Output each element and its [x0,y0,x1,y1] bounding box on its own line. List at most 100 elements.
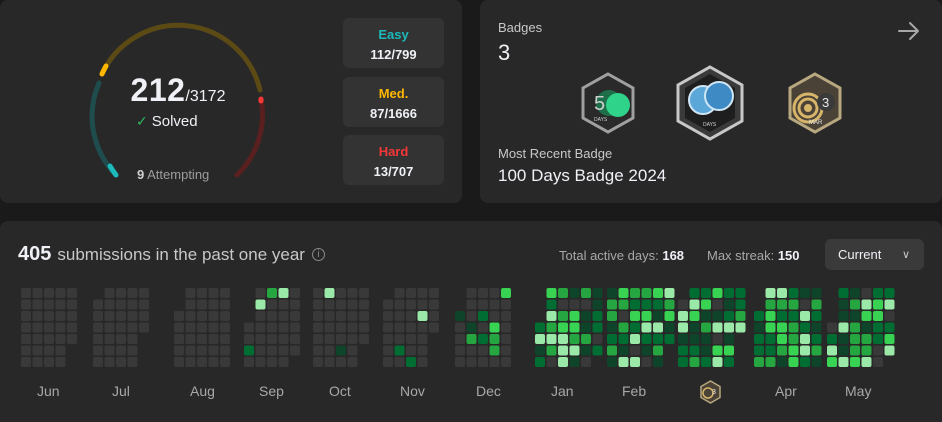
heatmap-cell[interactable] [618,334,629,344]
heatmap-cell[interactable] [347,322,358,333]
heatmap-cell[interactable] [455,334,465,344]
heatmap-cell[interactable] [44,311,54,321]
heatmap-cell[interactable] [501,288,511,298]
heatmap-cell[interactable] [489,322,500,333]
heatmap-cell[interactable] [811,322,822,333]
heatmap-cell[interactable] [873,322,883,333]
heatmap-cell[interactable] [838,288,849,298]
heatmap-cell[interactable] [712,288,723,298]
heatmap-cell[interactable] [55,299,66,310]
heatmap-cell[interactable] [653,288,663,298]
heatmap-cell[interactable] [618,299,629,310]
heatmap-cell[interactable] [255,334,266,344]
heatmap-cell[interactable] [777,311,787,321]
heatmap-cell[interactable] [278,299,289,310]
heatmap-cell[interactable] [255,357,266,367]
heatmap-cell[interactable] [359,299,369,310]
heatmap-cell[interactable] [861,311,872,321]
heatmap-cell[interactable] [104,311,115,321]
heatmap-cell[interactable] [197,299,207,310]
heatmap-cell[interactable] [489,299,500,310]
heatmap-cell[interactable] [581,322,591,333]
heatmap-cell[interactable] [850,322,860,333]
heatmap-cell[interactable] [44,334,54,344]
heatmap-cell[interactable] [535,322,545,333]
heatmap-cell[interactable] [607,322,617,333]
heatmap-cell[interactable] [641,345,652,356]
heatmap-cell[interactable] [417,288,428,298]
heatmap-cell[interactable] [765,357,776,367]
heatmap-cell[interactable] [336,311,346,321]
heatmap-cell[interactable] [569,299,580,310]
heatmap-cell[interactable] [754,311,764,321]
heatmap-cell[interactable] [324,334,335,344]
heatmap-cell[interactable] [104,334,115,344]
heatmap-cell[interactable] [394,345,405,356]
heatmap-cell[interactable] [220,288,230,298]
heatmap-cell[interactable] [653,334,663,344]
heatmap-cell[interactable] [347,311,358,321]
heatmap-cell[interactable] [861,299,872,310]
heatmap-cell[interactable] [777,322,787,333]
heatmap-cell[interactable] [765,288,776,298]
heatmap-cell[interactable] [127,299,138,310]
heatmap-cell[interactable] [417,334,428,344]
heatmap-cell[interactable] [197,334,207,344]
heatmap-cell[interactable] [383,334,393,344]
heatmap-cell[interactable] [873,345,883,356]
heatmap-cell[interactable] [290,334,300,344]
heatmap-cell[interactable] [724,345,734,356]
heatmap-cell[interactable] [127,357,138,367]
heatmap-cell[interactable] [535,345,545,356]
heatmap-cell[interactable] [44,345,54,356]
heatmap-cell[interactable] [44,288,54,298]
heatmap-cell[interactable] [185,357,196,367]
heatmap-cell[interactable] [592,322,603,333]
heatmap-cell[interactable] [290,311,300,321]
heatmap-cell[interactable] [827,322,837,333]
heatmap-cell[interactable] [174,334,184,344]
heatmap-cell[interactable] [689,311,700,321]
heatmap-cell[interactable] [394,357,405,367]
heatmap-cell[interactable] [861,288,872,298]
heatmap-cell[interactable] [383,322,393,333]
heatmap-cell[interactable] [406,357,416,367]
heatmap-cell[interactable] [838,299,849,310]
heatmap-cell[interactable] [347,288,358,298]
heatmap-cell[interactable] [267,357,277,367]
heatmap-cell[interactable] [754,334,764,344]
heatmap-cell[interactable] [32,322,43,333]
heatmap-cell[interactable] [267,322,277,333]
heatmap-cell[interactable] [21,357,31,367]
heatmap-cell[interactable] [417,322,428,333]
heatmap-cell[interactable] [244,345,254,356]
heatmap-cell[interactable] [618,311,629,321]
heatmap-cell[interactable] [581,357,591,367]
heatmap-cell[interactable] [641,322,652,333]
heatmap-cell[interactable] [546,311,557,321]
heatmap-cell[interactable] [558,322,568,333]
heatmap-cell[interactable] [607,299,617,310]
heatmap-cell[interactable] [754,345,764,356]
heatmap-cell[interactable] [278,345,289,356]
heatmap-cell[interactable] [313,357,323,367]
heatmap-cell[interactable] [546,288,557,298]
heatmap-cell[interactable] [116,311,126,321]
heatmap-cell[interactable] [701,345,711,356]
heatmap-cell[interactable] [255,322,266,333]
heatmap-cell[interactable] [735,288,746,298]
heatmap-cell[interactable] [208,311,219,321]
heatmap-cell[interactable] [336,288,346,298]
heatmap-cell[interactable] [689,357,700,367]
heatmap-cell[interactable] [777,357,787,367]
heatmap-cell[interactable] [618,322,629,333]
heatmap-cell[interactable] [255,345,266,356]
heatmap-cell[interactable] [478,345,488,356]
heatmap-cell[interactable] [185,322,196,333]
heatmap-cell[interactable] [93,345,103,356]
heatmap-cell[interactable] [641,299,652,310]
heatmap-cell[interactable] [197,288,207,298]
heatmap-cell[interactable] [104,322,115,333]
heatmap-cell[interactable] [127,288,138,298]
heatmap-cell[interactable] [44,357,54,367]
